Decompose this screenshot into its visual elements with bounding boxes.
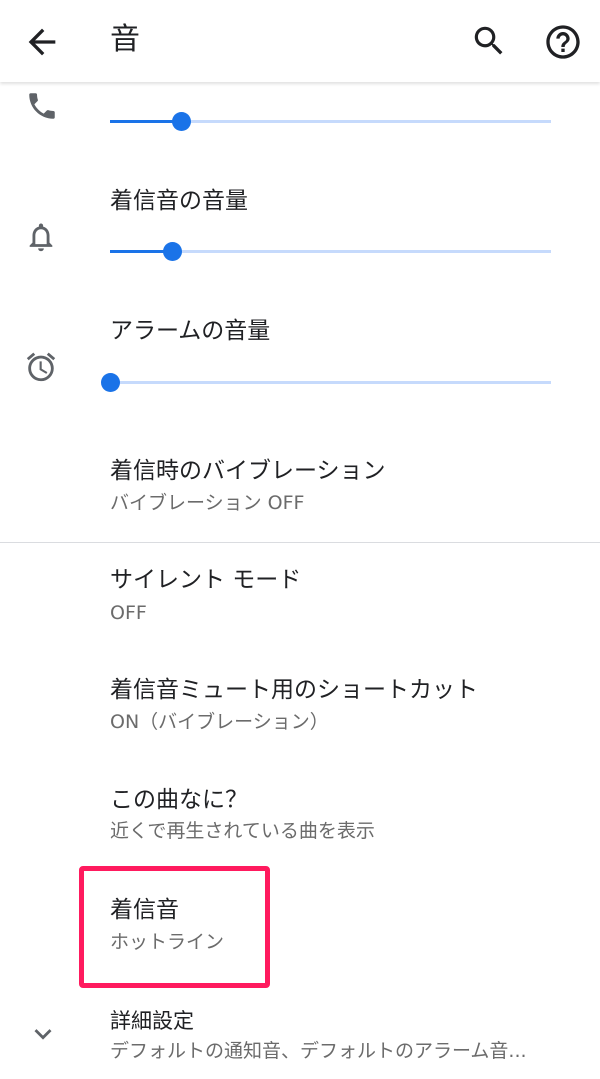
app-bar: 音 [0,0,600,82]
call-volume-slider[interactable] [110,110,551,134]
highlight-box [79,866,270,988]
page-title: 音 [110,22,140,57]
slider-track [110,381,551,384]
help-icon[interactable] [543,22,583,62]
mute-shortcut-summary: ON（バイブレーション） [110,711,329,733]
ring-volume-slider[interactable] [110,240,551,264]
vibrate-on-ring-summary: バイブレーション OFF [110,492,305,514]
mute-shortcut-label: 着信音ミュート用のショートカット [110,677,478,703]
alarm-volume-slider[interactable] [101,371,551,395]
slider-fill [110,120,181,123]
now-playing-label: この曲なに？ [110,787,248,813]
phone-icon [25,89,59,123]
silent-mode-summary: OFF [110,602,147,624]
now-playing-summary: 近くで再生されている曲を表示 [110,820,375,842]
alarm-volume-label: アラームの音量 [110,318,271,344]
advanced-summary: デフォルトの通知音、デフォルトのアラーム音... [110,1040,527,1062]
arrow-back-icon[interactable] [22,22,62,62]
alarm-icon [24,350,58,384]
search-icon[interactable] [470,22,508,60]
advanced-label: 詳細設定 [110,1009,194,1033]
vibrate-on-ring-label: 着信時のバイブレーション [110,458,386,484]
slider-thumb[interactable] [162,242,182,261]
slider-thumb[interactable] [171,112,191,131]
chevron-down-icon [26,1017,60,1051]
section-divider [0,542,600,543]
slider-thumb[interactable] [101,373,120,392]
bell-icon [24,220,58,254]
silent-mode-label: サイレント モード [110,567,302,593]
ring-volume-label: 着信音の音量 [110,188,248,214]
